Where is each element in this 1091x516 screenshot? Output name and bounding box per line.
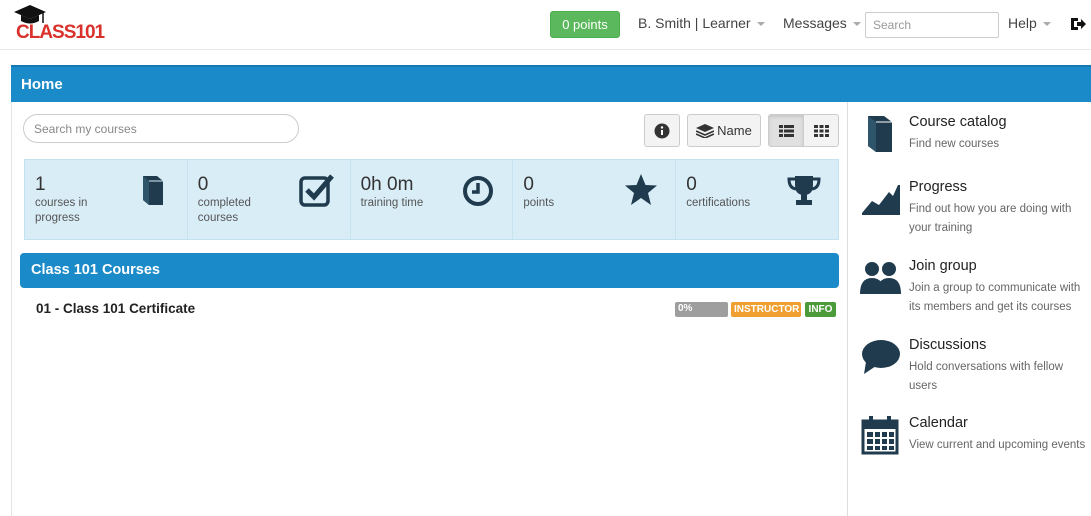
sidebar-link-progress[interactable]: Progress Find out how you are doing with… xyxy=(860,179,1090,239)
chevron-down-icon xyxy=(1042,22,1051,27)
trophy-icon xyxy=(787,176,821,205)
course-progress-label: 0% xyxy=(678,303,693,314)
stat-label: courses in progress xyxy=(35,197,88,224)
stat-value: 1 xyxy=(35,174,46,195)
grid-view-button[interactable] xyxy=(803,114,839,147)
info-badge[interactable]: INFO xyxy=(805,302,836,317)
stat-certifications: 0 certifications xyxy=(676,160,838,239)
stat-label: points xyxy=(523,197,555,209)
users-icon xyxy=(860,262,901,294)
chevron-down-icon xyxy=(852,22,861,27)
stat-value: 0 xyxy=(197,174,209,195)
courses-section-header: Class 101 Courses xyxy=(20,253,839,288)
messages-menu-label: Messages xyxy=(783,15,847,31)
course-list-item[interactable]: 01 - Class 101 Certificate 0% INSTRUCTOR… xyxy=(20,296,839,322)
global-search-input[interactable] xyxy=(865,12,999,38)
top-navbar: CLASS101 0 points B. Smith | Learner Mes… xyxy=(0,0,1091,50)
user-menu-label: B. Smith | Learner xyxy=(638,15,751,31)
sort-label: Name xyxy=(717,123,752,138)
sidebar-link-description: Find new courses xyxy=(909,138,1000,150)
stat-label: completed courses xyxy=(197,197,251,224)
stat-courses-in-progress: 1 courses in progress xyxy=(25,160,188,239)
sidebar-link-course-catalog[interactable]: Course catalog Find new courses xyxy=(860,114,1090,154)
calendar-icon xyxy=(861,416,899,455)
sidebar-link-title: Join group xyxy=(909,258,977,274)
sidebar-link-join-group[interactable]: Join group Join a group to communicate w… xyxy=(860,258,1090,318)
stat-label: certifications xyxy=(686,197,751,209)
home-header-bar: Home xyxy=(11,65,1091,102)
logout-icon[interactable] xyxy=(1070,16,1086,32)
info-icon xyxy=(654,123,670,138)
checkbox-icon xyxy=(298,174,334,207)
sidebar-link-description: Find out how you are doing with your tra… xyxy=(909,203,1072,234)
stat-value: 0 xyxy=(686,174,697,195)
course-search-input[interactable] xyxy=(23,114,299,143)
logo-text: CLASS101 xyxy=(16,22,105,43)
courses-section-title: Class 101 Courses xyxy=(31,262,160,278)
list-view-icon xyxy=(778,124,794,137)
book-icon xyxy=(868,116,892,152)
sidebar-link-description: Hold conversations with fellow users xyxy=(909,361,1064,392)
instructor-badge[interactable]: INSTRUCTOR xyxy=(731,302,801,317)
stat-value: 0 xyxy=(523,174,534,195)
stat-value: 0h 0m xyxy=(360,174,414,195)
sidebar-link-description: View current and upcoming events xyxy=(909,439,1086,451)
user-menu[interactable]: B. Smith | Learner xyxy=(638,15,765,31)
chevron-down-icon xyxy=(756,22,765,27)
sort-by-name-button[interactable]: Name xyxy=(687,114,761,147)
layers-icon xyxy=(696,123,715,138)
stat-training-time: 0h 0m training time xyxy=(351,160,514,239)
stat-label: training time xyxy=(360,197,424,209)
course-title[interactable]: 01 - Class 101 Certificate xyxy=(36,301,195,316)
course-progress-bar: 0% xyxy=(675,302,728,317)
page-title: Home xyxy=(21,76,63,93)
help-menu[interactable]: Help xyxy=(1008,15,1051,31)
sidebar-link-discussions[interactable]: Discussions Hold conversations with fell… xyxy=(860,337,1090,397)
grid-view-icon xyxy=(813,124,829,137)
book-icon xyxy=(142,176,163,205)
sidebar-link-title: Calendar xyxy=(909,415,968,431)
sidebar-link-description: Join a group to communicate with its mem… xyxy=(909,282,1081,313)
sidebar-link-calendar[interactable]: Calendar View current and upcoming event… xyxy=(860,415,1090,475)
points-button[interactable]: 0 points xyxy=(550,11,620,38)
chart-icon xyxy=(862,185,900,215)
list-view-button[interactable] xyxy=(768,114,804,147)
info-button[interactable] xyxy=(644,114,680,147)
star-icon xyxy=(625,174,658,205)
stat-completed-courses: 0 completed courses xyxy=(188,160,351,239)
stats-panel: 1 courses in progress 0 completed course… xyxy=(24,159,839,240)
sidebar-link-title: Progress xyxy=(909,179,968,195)
class101-logo[interactable]: CLASS101 xyxy=(12,4,112,44)
stat-points: 0 points xyxy=(513,160,677,239)
clock-icon xyxy=(463,176,494,206)
sidebar-link-title: Course catalog xyxy=(909,114,1007,130)
messages-menu[interactable]: Messages xyxy=(783,15,861,31)
speech-bubble-icon xyxy=(862,340,900,374)
sidebar-link-title: Discussions xyxy=(909,337,987,353)
help-menu-label: Help xyxy=(1008,15,1037,31)
